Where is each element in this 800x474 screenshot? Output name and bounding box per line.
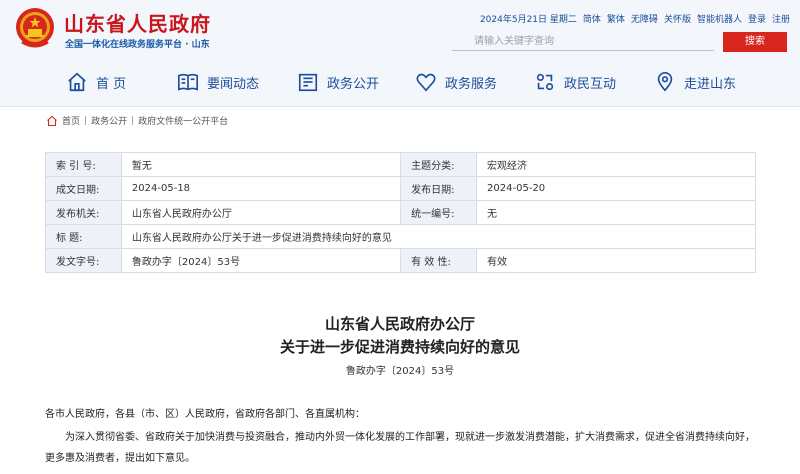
link-accessibility[interactable]: 无障碍	[631, 12, 658, 25]
nav-label: 走进山东	[684, 76, 737, 92]
news-icon	[178, 73, 198, 91]
interaction-icon	[536, 73, 554, 91]
code-value: 无	[476, 200, 756, 225]
site-header: 山东省人民政府 全国一体化在线政务服务平台 · 山东 2024年5月21日 星期…	[0, 0, 800, 57]
made-date-value: 2024-05-18	[120, 176, 402, 201]
main-nav: 首 页 要闻动态 政务公开 政务服务 政民互动 走进山东	[0, 57, 800, 107]
link-traditional[interactable]: 繁体	[607, 12, 625, 25]
table-row: 标 题: 山东省人民政府办公厅关于进一步促进消费持续向好的意见	[45, 224, 757, 249]
nav-item-news[interactable]: 要闻动态	[177, 70, 259, 94]
search-button[interactable]: 搜索	[723, 32, 787, 52]
home-icon	[47, 115, 57, 126]
link-register[interactable]: 注册	[772, 12, 790, 25]
nav-item-home[interactable]: 首 页	[66, 70, 126, 94]
breadcrumb-home[interactable]: 首页	[62, 114, 80, 127]
index-label: 索 引 号:	[45, 152, 122, 177]
nav-label: 政务服务	[445, 76, 498, 92]
table-row: 发布机关: 山东省人民政府办公厅 统一编号: 无	[45, 200, 756, 225]
org-label: 发布机关:	[45, 200, 122, 225]
top-links: 2024年5月21日 星期二 简体 繁体 无障碍 关怀版 智能机器人 登录 注册	[480, 12, 790, 25]
validity-label: 有 效 性:	[400, 248, 478, 273]
location-icon	[657, 72, 673, 92]
topic-label: 主题分类:	[400, 152, 478, 177]
table-row: 成文日期: 2024-05-18 发布日期: 2024-05-20	[45, 176, 756, 201]
document-title-line1: 山东省人民政府办公厅	[324, 315, 475, 333]
publish-date-label: 发布日期:	[400, 176, 478, 201]
current-date: 2024年5月21日 星期二	[479, 15, 577, 25]
heart-icon	[416, 73, 436, 92]
table-row: 索 引 号: 暂无 主题分类: 宏观经济	[45, 152, 756, 177]
national-emblem-icon	[16, 8, 54, 48]
code-label: 统一编号:	[400, 200, 478, 225]
title-label: 标 题:	[45, 224, 122, 249]
site-subtitle: 全国一体化在线政务服务平台 · 山东	[65, 40, 210, 50]
building-icon	[298, 73, 318, 92]
nav-label: 政务公开	[327, 76, 380, 92]
search-input[interactable]	[452, 33, 714, 51]
validity-value: 有效	[476, 248, 756, 273]
salutation-paragraph: 各市人民政府，各县（市、区）人民政府，省政府各部门、各直属机构：	[45, 409, 365, 420]
document-number: 鲁政办字〔2024〕53号	[345, 366, 455, 377]
nav-label: 首 页	[96, 76, 127, 92]
index-value: 暂无	[120, 152, 402, 177]
nav-item-gov-services[interactable]: 政务服务	[415, 70, 497, 94]
breadcrumb: 首页 | 政务公开 | 政府文件统一公开平台	[46, 114, 228, 127]
title-value: 山东省人民政府办公厅关于进一步促进消费持续向好的意见	[120, 224, 757, 249]
breadcrumb-gov-affairs[interactable]: 政务公开	[91, 114, 127, 127]
topic-value: 宏观经济	[476, 152, 756, 177]
nav-label: 政民互动	[564, 76, 617, 92]
docno-label: 发文字号:	[45, 248, 122, 273]
link-login[interactable]: 登录	[748, 12, 766, 25]
publish-date-value: 2024-05-20	[476, 176, 756, 201]
docno-value: 鲁政办字〔2024〕53号	[120, 248, 402, 273]
nav-item-gov-affairs[interactable]: 政务公开	[297, 70, 379, 94]
nav-label: 要闻动态	[207, 76, 260, 92]
nav-item-shandong[interactable]: 走进山东	[654, 70, 736, 94]
breadcrumb-documents[interactable]: 政府文件统一公开平台	[138, 114, 228, 127]
home-icon	[68, 72, 86, 92]
link-robot[interactable]: 智能机器人	[697, 12, 742, 25]
breadcrumb-separator: |	[131, 115, 135, 126]
org-value: 山东省人民政府办公厅	[120, 200, 402, 225]
document-title-line2: 关于进一步促进消费持续向好的意见	[279, 338, 520, 356]
intro-paragraph: 为深入贯彻省委、省政府关于加快消费与投资融合，推动内外贸一体化发展的工作部署，现…	[45, 432, 755, 464]
nav-item-interaction[interactable]: 政民互动	[534, 70, 616, 94]
link-simplified[interactable]: 简体	[583, 12, 601, 25]
made-date-label: 成文日期:	[45, 176, 122, 201]
link-care-mode[interactable]: 关怀版	[664, 12, 691, 25]
breadcrumb-separator: |	[84, 115, 88, 126]
table-row: 发文字号: 鲁政办字〔2024〕53号 有 效 性: 有效	[45, 248, 756, 273]
document-info-table: 索 引 号: 暂无 主题分类: 宏观经济 成文日期: 2024-05-18 发布…	[45, 152, 757, 273]
site-title[interactable]: 山东省人民政府	[64, 8, 211, 37]
